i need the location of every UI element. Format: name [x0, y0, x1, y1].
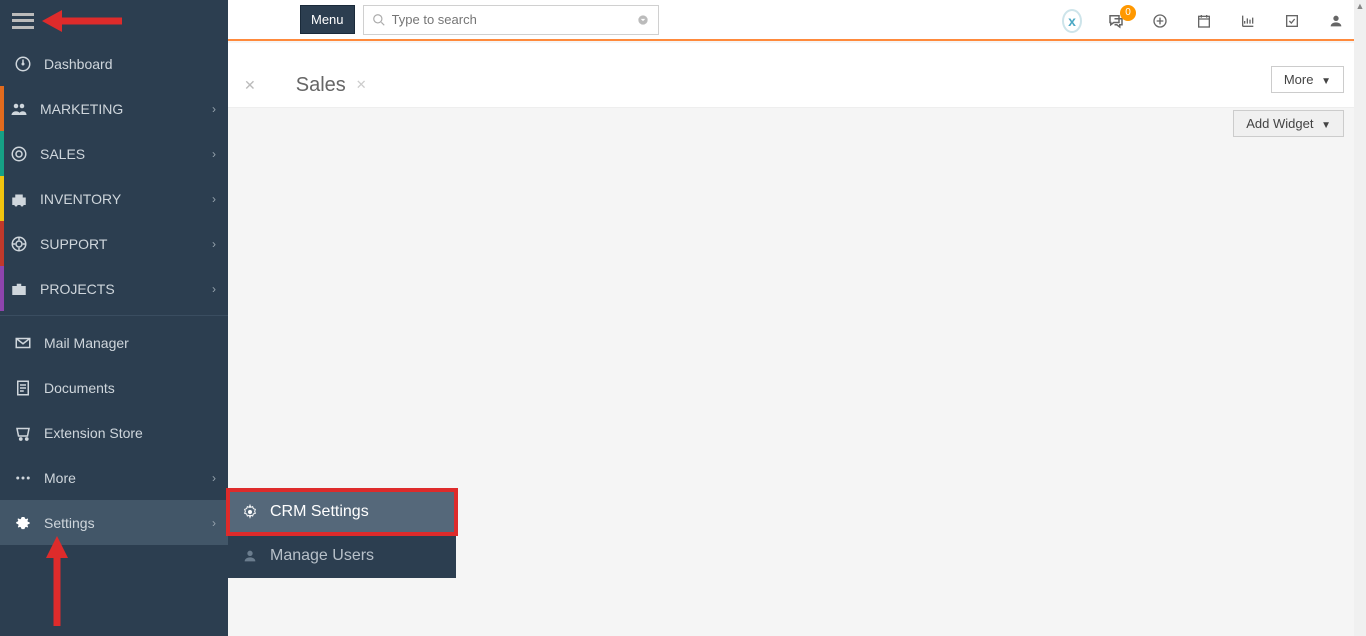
settings-submenu: CRM Settings Manage Users [228, 490, 456, 578]
sidebar-item-label: Extension Store [44, 425, 216, 441]
more-icon [12, 469, 34, 487]
chat-icon[interactable]: 0 [1106, 11, 1126, 31]
sidebar-item-projects[interactable]: PROJECTS › [0, 266, 228, 311]
plus-icon[interactable] [1150, 11, 1170, 31]
chevron-right-icon: › [212, 471, 216, 485]
calendar-icon[interactable] [1194, 11, 1214, 31]
sidebar-item-dashboard[interactable]: Dashboard [0, 41, 228, 86]
sidebar-item-settings[interactable]: Settings › [0, 500, 228, 545]
sidebar-item-label: MARKETING [40, 101, 212, 117]
user-icon [240, 548, 260, 564]
submenu-item-manage-users[interactable]: Manage Users [228, 534, 456, 578]
page-title: Sales [296, 74, 346, 97]
submenu-item-label: CRM Settings [270, 503, 369, 521]
user-profile-icon[interactable] [1326, 11, 1346, 31]
sidebar-item-label: Documents [44, 380, 216, 396]
sidebar-item-support[interactable]: SUPPORT › [0, 221, 228, 266]
sidebar-item-label: Dashboard [44, 56, 216, 72]
logo-icon[interactable]: x [1062, 11, 1082, 31]
check-icon[interactable] [1282, 11, 1302, 31]
mail-icon [12, 334, 34, 352]
gear-icon [240, 504, 260, 520]
close-icon[interactable]: ✕ [244, 77, 256, 94]
sidebar-item-more[interactable]: More › [0, 455, 228, 500]
submenu-item-label: Manage Users [270, 547, 374, 565]
search-box[interactable] [363, 5, 659, 35]
submenu-item-crm-settings[interactable]: CRM Settings [228, 490, 456, 534]
sidebar-item-label: INVENTORY [40, 191, 212, 207]
chevron-right-icon: › [212, 282, 216, 296]
chevron-right-icon: › [212, 192, 216, 206]
chevron-right-icon: › [212, 237, 216, 251]
sidebar-item-label: Mail Manager [44, 335, 216, 351]
sidebar: Dashboard MARKETING › SALES › INVENTORY … [0, 0, 228, 636]
sidebar-item-documents[interactable]: Documents [0, 365, 228, 410]
document-icon [12, 379, 34, 397]
users-icon [8, 100, 30, 118]
dashboard-icon [12, 55, 34, 73]
caret-down-icon: ▼ [1321, 76, 1331, 87]
chevron-right-icon: › [212, 147, 216, 161]
target-icon [8, 145, 30, 163]
close-tab-icon[interactable]: ✕ [356, 77, 367, 93]
content-header: ✕ Sales ✕ [228, 43, 1354, 108]
cart-icon [12, 424, 34, 442]
sidebar-item-label: PROJECTS [40, 281, 212, 297]
menu-button[interactable]: Menu [300, 5, 355, 34]
briefcase-icon [8, 280, 30, 298]
sidebar-item-label: More [44, 470, 212, 486]
sidebar-item-marketing[interactable]: MARKETING › [0, 86, 228, 131]
chart-icon[interactable] [1238, 11, 1258, 31]
sidebar-item-inventory[interactable]: INVENTORY › [0, 176, 228, 221]
inventory-icon [8, 190, 30, 208]
sidebar-item-extension-store[interactable]: Extension Store [0, 410, 228, 455]
gear-icon [12, 514, 34, 532]
add-widget-button[interactable]: Add Widget ▼ [1233, 110, 1344, 137]
sidebar-item-label: Settings [44, 515, 212, 531]
scrollbar[interactable]: ▲ [1354, 0, 1366, 636]
chevron-right-icon: › [212, 516, 216, 530]
topbar: Menu x 0 [228, 0, 1354, 41]
divider [0, 315, 228, 316]
sidebar-item-mail-manager[interactable]: Mail Manager [0, 320, 228, 365]
support-icon [8, 235, 30, 253]
search-input[interactable] [386, 12, 636, 27]
sidebar-item-label: SALES [40, 146, 212, 162]
hamburger-icon[interactable] [12, 13, 34, 29]
search-icon [372, 13, 386, 27]
sidebar-item-sales[interactable]: SALES › [0, 131, 228, 176]
scroll-up-icon[interactable]: ▲ [1354, 0, 1366, 12]
notification-badge: 0 [1120, 5, 1136, 21]
annotation-arrow-left [42, 8, 122, 34]
sidebar-item-label: SUPPORT [40, 236, 212, 252]
chevron-right-icon: › [212, 102, 216, 116]
dropdown-caret-icon[interactable] [636, 13, 650, 27]
main-content: ✕ Sales ✕ [228, 43, 1354, 108]
more-button[interactable]: More ▼ [1271, 66, 1344, 93]
caret-down-icon: ▼ [1321, 120, 1331, 131]
topbar-actions: x 0 [1062, 0, 1346, 41]
annotation-arrow-up [42, 536, 72, 626]
